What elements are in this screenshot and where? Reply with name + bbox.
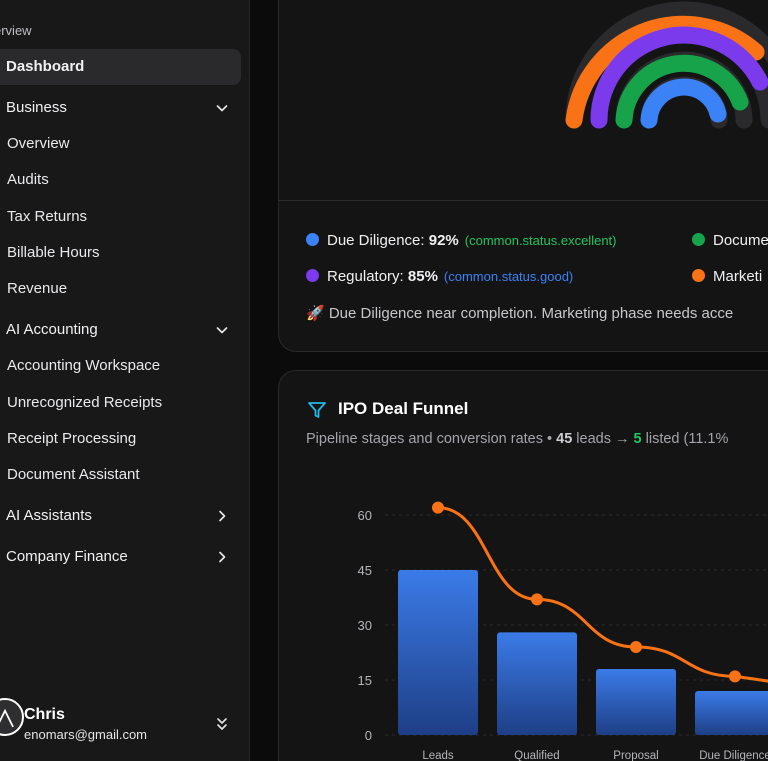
sidebar-item-overview[interactable]: Overview	[7, 135, 70, 152]
legend-status: (common.status.excellent)	[464, 233, 617, 248]
sidebar-item-document-assistant[interactable]: Document Assistant	[7, 466, 140, 483]
legend-regulatory: Regulatory: 85% (common.status.good)	[306, 268, 573, 285]
progress-rainbow-gauge	[565, 1, 768, 129]
bar-proposal[interactable]	[596, 669, 676, 735]
legend-status: (common.status.good)	[443, 269, 574, 284]
sidebar-item-receipt-processing[interactable]: Receipt Processing	[7, 430, 136, 447]
user-profile[interactable]: Chris enomars@gmail.com	[0, 696, 250, 756]
line-point[interactable]	[729, 670, 741, 683]
y-tick-label: 60	[358, 508, 372, 523]
legend-due-diligence: Due Diligence: 92% (common.status.excelle…	[306, 232, 617, 249]
x-tick-label: Proposal	[613, 750, 658, 761]
sidebar-item-company-finance[interactable]: Company Finance	[6, 548, 128, 565]
legend-dot	[692, 269, 705, 282]
legend-label: Regulatory:	[327, 268, 404, 285]
listed-word: listed (11.1%	[641, 431, 729, 447]
sidebar-item-revenue[interactable]: Revenue	[7, 280, 67, 297]
sidebar-item-billable-hours[interactable]: Billable Hours	[7, 244, 100, 261]
y-tick-label: 45	[358, 563, 372, 578]
user-name: Chris	[24, 706, 65, 723]
line-point[interactable]	[432, 501, 444, 514]
y-tick-label: 15	[358, 673, 372, 688]
sidebar-item-accounting-workspace[interactable]: Accounting Workspace	[7, 357, 160, 374]
sidebar: erview Dashboard Business Overview Audit…	[0, 0, 250, 761]
progress-note: 🚀 Due Diligence near completion. Marketi…	[306, 305, 734, 322]
legend-label: Docume	[713, 232, 768, 249]
bar-leads[interactable]	[398, 570, 478, 735]
chevron-right-icon[interactable]	[214, 508, 230, 524]
y-tick-label: 0	[365, 728, 372, 743]
conversion-line	[437, 506, 768, 683]
funnel-chart: 60 45 30 15 0 Leads Qualified Proposal Due Dilig…	[358, 501, 768, 761]
funnel-subtitle: Pipeline stages and conversion rates • 4…	[306, 431, 728, 447]
sidebar-item-ai-assistants[interactable]: AI Assistants	[6, 507, 92, 524]
funnel-title: IPO Deal Funnel	[338, 399, 469, 418]
line-point[interactable]	[531, 593, 543, 606]
chevron-down-icon[interactable]	[214, 100, 230, 116]
sidebar-item-dashboard-label[interactable]: Dashboard	[6, 58, 84, 75]
legend-value: 92%	[428, 232, 459, 249]
avatar[interactable]	[0, 698, 24, 736]
funnel-subtitle-prefix: Pipeline stages and conversion rates •	[306, 431, 557, 447]
y-tick-label: 30	[358, 618, 372, 633]
chevron-down-icon[interactable]	[214, 322, 230, 338]
sidebar-section-label: erview	[0, 23, 32, 38]
legend-dot	[692, 233, 705, 246]
listed-count: 5	[633, 431, 642, 447]
legend-dot	[306, 269, 319, 282]
legend-marketing: Marketi	[692, 268, 762, 285]
leads-word: leads →	[572, 431, 634, 447]
chevrons-up-down-icon[interactable]	[214, 716, 230, 732]
divider	[278, 200, 768, 201]
sidebar-item-ai-accounting[interactable]: AI Accounting	[6, 321, 98, 338]
x-tick-label: Qualified	[514, 750, 559, 761]
funnel-icon	[307, 400, 327, 420]
bar-qualified[interactable]	[497, 632, 577, 735]
arc-due-diligence	[640, 78, 727, 129]
legend-label: Marketi	[713, 268, 763, 285]
sidebar-item-business[interactable]: Business	[6, 99, 67, 116]
legend-label: Due Diligence:	[327, 232, 425, 249]
leads-count: 45	[556, 431, 573, 447]
sidebar-item-tax-returns[interactable]: Tax Returns	[7, 208, 87, 225]
legend-documentation: Docume	[692, 232, 768, 249]
legend-dot	[306, 233, 319, 246]
x-tick-label: Due Diligence	[699, 750, 768, 761]
sidebar-item-unrecognized-receipts[interactable]: Unrecognized Receipts	[7, 394, 162, 411]
line-point[interactable]	[630, 641, 642, 653]
user-email: enomars@gmail.com	[24, 727, 148, 742]
sidebar-item-audits[interactable]: Audits	[7, 171, 49, 188]
chevron-right-icon[interactable]	[214, 549, 230, 565]
legend-value: 85%	[407, 268, 438, 285]
x-tick-label: Leads	[422, 750, 454, 761]
bar-due-diligence[interactable]	[695, 691, 768, 735]
